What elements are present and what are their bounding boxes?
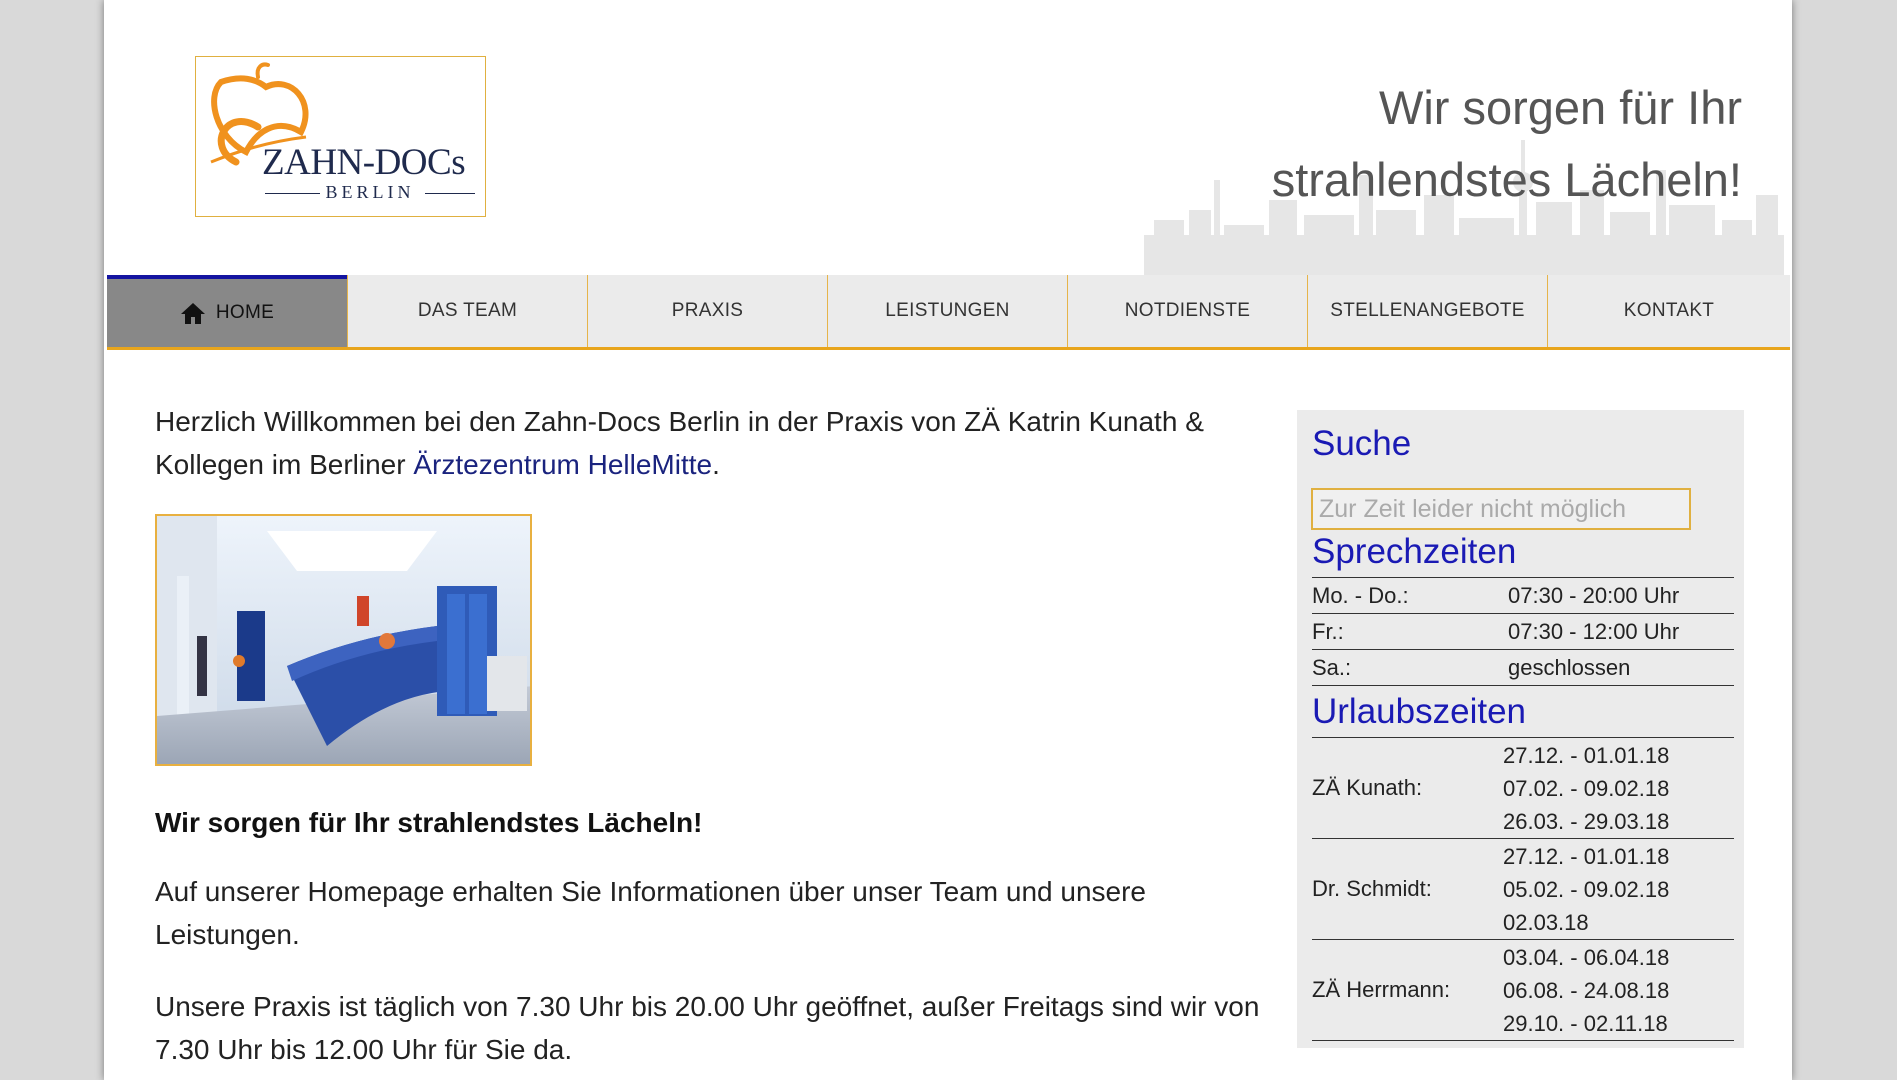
search-input[interactable] [1311, 488, 1691, 530]
hours-row: Fr.: 07:30 - 12:00 Uhr [1312, 613, 1734, 650]
vacation-date: 06.08. - 24.08.18 [1503, 977, 1670, 1003]
nav-item-home[interactable]: HOME [107, 275, 347, 347]
nav-label: HOME [215, 302, 275, 323]
vacation-date: 07.02. - 09.02.18 [1503, 775, 1670, 801]
hours-heading: Sprechzeiten [1312, 532, 1517, 571]
nav-item-notdienste[interactable]: NOTDIENSTE [1067, 275, 1307, 347]
vacation-row: ZÄ Herrmann: 03.04. - 06.04.18 06.08. - … [1312, 939, 1734, 1041]
nav-label: LEISTUNGEN [885, 300, 1010, 321]
main-content: Herzlich Willkommen bei den Zahn-Docs Be… [155, 400, 1275, 1065]
vacation-name: ZÄ Herrmann: [1312, 939, 1508, 1041]
vacation-table: ZÄ Kunath: 27.12. - 01.01.18 07.02. - 09… [1312, 737, 1734, 1042]
vacation-name: ZÄ Kunath: [1312, 737, 1508, 839]
vacation-date: 05.02. - 09.02.18 [1503, 876, 1670, 902]
info-paragraph: Auf unserer Homepage erhalten Sie Inform… [155, 876, 1146, 950]
hours-time: 07:30 - 20:00 Uhr [1508, 577, 1734, 614]
hours-day: Mo. - Do.: [1312, 577, 1508, 614]
hours-paragraph: Unsere Praxis ist täglich von 7.30 Uhr b… [155, 991, 1260, 1065]
vacation-date: 29.10. - 02.11.18 [1503, 1010, 1668, 1036]
aerztezentrum-link[interactable]: Ärztezentrum HelleMitte [413, 449, 712, 480]
main-nav: HOME DAS TEAM PRAXIS LEISTUNGEN NOTDIENS… [107, 275, 1790, 350]
vacation-row: ZÄ Kunath: 27.12. - 01.01.18 07.02. - 09… [1312, 737, 1734, 839]
nav-item-das-team[interactable]: DAS TEAM [347, 275, 587, 347]
tagline-line: Wir sorgen für Ihr [1378, 81, 1742, 134]
hours-day: Sa.: [1312, 649, 1508, 686]
logo-divider [425, 193, 475, 194]
vacation-heading: Urlaubszeiten [1312, 692, 1526, 731]
hours-row: Mo. - Do.: 07:30 - 20:00 Uhr [1312, 577, 1734, 614]
nav-label: NOTDIENSTE [1124, 300, 1251, 321]
nav-item-stellenangebote[interactable]: STELLENANGEBOTE [1307, 275, 1547, 347]
sidebar: Suche Sprechzeiten Mo. - Do.: 07:30 - 20… [1297, 410, 1744, 1048]
logo[interactable]: ZAHN-DOCs BERLIN [195, 56, 486, 217]
vacation-date: 03.04. - 06.04.18 [1503, 944, 1670, 970]
nav-label: PRAXIS [671, 300, 744, 321]
vacation-date: 26.03. - 29.03.18 [1503, 808, 1670, 834]
hours-table: Mo. - Do.: 07:30 - 20:00 Uhr Fr.: 07:30 … [1312, 577, 1734, 687]
nav-item-praxis[interactable]: PRAXIS [587, 275, 827, 347]
reception-photo [155, 514, 532, 766]
header: ZAHN-DOCs BERLIN Wir sorgen für Ihr stra… [104, 0, 1792, 275]
logo-title: ZAHN-DOCs [262, 142, 466, 183]
nav-item-kontakt[interactable]: KONTAKT [1547, 275, 1790, 347]
vacation-date: 27.12. - 01.01.18 [1503, 843, 1670, 869]
nav-item-leistungen[interactable]: LEISTUNGEN [827, 275, 1067, 347]
page: ZAHN-DOCs BERLIN Wir sorgen für Ihr stra… [104, 0, 1792, 1080]
intro-text: Herzlich Willkommen bei den Zahn-Docs Be… [155, 400, 1275, 486]
tagline: Wir sorgen für Ihr strahlendstes Lächeln… [1272, 72, 1742, 216]
hours-day: Fr.: [1312, 613, 1508, 650]
vacation-row: Dr. Schmidt: 27.12. - 01.01.18 05.02. - … [1312, 838, 1734, 940]
vacation-name: Dr. Schmidt: [1312, 838, 1508, 940]
hours-row: Sa.: geschlossen [1312, 649, 1734, 686]
nav-label: KONTAKT [1623, 300, 1715, 321]
vacation-date: 27.12. - 01.01.18 [1503, 742, 1670, 768]
tagline-line: strahlendstes Lächeln! [1271, 153, 1742, 206]
vacation-date: 02.03.18 [1503, 909, 1589, 935]
intro-part: . [712, 449, 720, 480]
welcome-headline: Wir sorgen für Ihr strahlendstes Lächeln… [155, 807, 703, 838]
hours-time: geschlossen [1508, 649, 1734, 686]
hours-time: 07:30 - 12:00 Uhr [1508, 613, 1734, 650]
search-heading: Suche [1312, 424, 1412, 463]
nav-label: STELLENANGEBOTE [1330, 300, 1525, 321]
home-icon [180, 301, 206, 325]
nav-label: DAS TEAM [417, 300, 518, 321]
